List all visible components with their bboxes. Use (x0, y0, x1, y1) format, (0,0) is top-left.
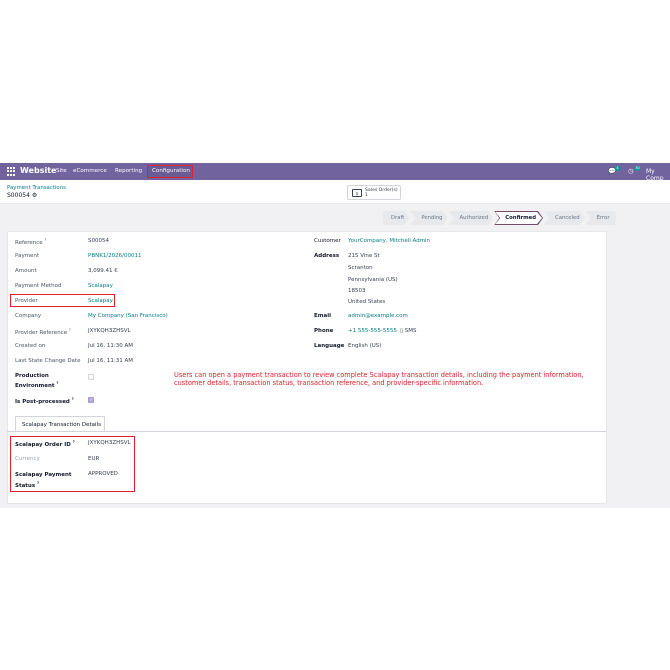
label-amount: Amount (15, 268, 37, 274)
label-payment: Payment (15, 253, 40, 259)
value-payment-method[interactable]: Scalapay (88, 283, 113, 289)
is-post-processed-checkbox[interactable]: ✓ (88, 397, 94, 403)
value-currency[interactable]: EUR (88, 456, 99, 462)
stage-error[interactable]: Error (585, 211, 616, 225)
value-email[interactable]: admin@example.com (348, 313, 408, 319)
label-customer: Customer (314, 238, 341, 244)
value-scalapay-order-id[interactable]: JXYKQH3ZHSVL (88, 440, 131, 446)
value-payment[interactable]: PBNK1/2026/00011 (88, 253, 142, 259)
breadcrumb-current: S00054 ⚙ (7, 192, 38, 199)
value-scalapay-payment-status[interactable]: APPROVED (88, 471, 118, 477)
label-scalapay-order-id: Scalapay Order ID ? (15, 440, 75, 448)
value-phone[interactable]: +1 555-555-5555 (348, 328, 397, 334)
production-environment-checkbox[interactable] (88, 374, 94, 380)
stage-authorized[interactable]: Authorized (449, 211, 494, 225)
stage-pending[interactable]: Pending (410, 211, 447, 225)
value-provider-reference[interactable]: JXYKQH3ZHSVL (88, 328, 131, 334)
breadcrumb-parent[interactable]: Payment Transactions (7, 185, 66, 191)
activity-badge: 30 (635, 166, 640, 171)
tab-divider (7, 431, 607, 432)
label-created-on: Created on (15, 343, 46, 349)
menu-site[interactable]: Site (56, 168, 67, 174)
value-customer[interactable]: YourCompany, Mitchell Admin (348, 238, 430, 244)
menu-ecommerce[interactable]: eCommerce (73, 168, 107, 174)
label-currency: Currency (15, 456, 40, 462)
stage-confirmed[interactable]: Confirmed (494, 211, 543, 225)
address-line-4: 18503 (348, 288, 366, 294)
sms-button[interactable]: ▯ SMS (400, 328, 417, 334)
status-bar: Draft Pending Authorized Confirmed Cance… (383, 211, 617, 225)
label-production-environment: Production Environment ? (15, 373, 59, 389)
label-is-post-processed: Is Post-processed ? (15, 397, 74, 405)
label-address: Address (314, 253, 340, 259)
address-line-1: 215 Vine St (348, 253, 380, 259)
value-amount[interactable]: 3,099.41 € (88, 268, 118, 274)
address-line-3: Pennsylvania (US) (348, 277, 398, 283)
chat-badge: 4 (615, 166, 620, 171)
app-name[interactable]: Website (20, 166, 56, 175)
address-line-5: United States (348, 299, 386, 305)
label-email: Email (314, 313, 331, 319)
label-reference: Reference ? (15, 238, 47, 246)
value-language[interactable]: English (US) (348, 343, 381, 349)
label-scalapay-payment-status: Scalapay Payment Status ? (15, 472, 72, 489)
sms-icon: ▯ (400, 328, 404, 334)
control-panel: Payment Transactions S00054 ⚙ $ Sales Ord… (0, 180, 670, 204)
label-provider-reference: Provider Reference ? (15, 328, 71, 336)
value-created-on[interactable]: Jul 16, 11:30 AM (88, 343, 133, 349)
value-provider[interactable]: Scalapay (88, 298, 113, 304)
menu-configuration[interactable]: Configuration (147, 165, 193, 178)
stage-canceled[interactable]: Canceled (544, 211, 585, 225)
label-language: Language (314, 343, 345, 349)
label-provider: Provider (15, 298, 38, 304)
label-phone: Phone (314, 328, 334, 334)
address-line-2: Scranton (348, 265, 373, 271)
gear-icon[interactable]: ⚙ (32, 192, 37, 199)
label-payment-method: Payment Method (15, 283, 62, 289)
tab-scalapay-transaction-details[interactable]: Scalapay Transaction Details (15, 416, 105, 432)
activity-icon[interactable]: ◷ (628, 167, 634, 175)
sales-orders-smart-button[interactable]: $ Sales Order(s) 1 (347, 185, 401, 200)
annotation-text: Users can open a payment transaction to … (174, 371, 584, 387)
value-reference[interactable]: S00054 (88, 238, 109, 244)
label-company: Company (15, 313, 42, 319)
stage-draft[interactable]: Draft (383, 211, 409, 225)
top-navbar: Website Site eCommerce Reporting Configu… (0, 163, 670, 182)
sales-order-icon: $ (352, 189, 362, 197)
label-last-state-change: Last State Change Date (15, 358, 81, 364)
value-last-state-change[interactable]: Jul 16, 11:31 AM (88, 358, 133, 364)
stage-confirmed-label: Confirmed (495, 212, 542, 224)
app-menu-icon[interactable] (7, 167, 16, 176)
menu-reporting[interactable]: Reporting (115, 168, 142, 174)
smart-button-label: Sales Order(s) 1 (365, 188, 398, 198)
value-company[interactable]: My Company (San Francisco) (88, 313, 168, 319)
